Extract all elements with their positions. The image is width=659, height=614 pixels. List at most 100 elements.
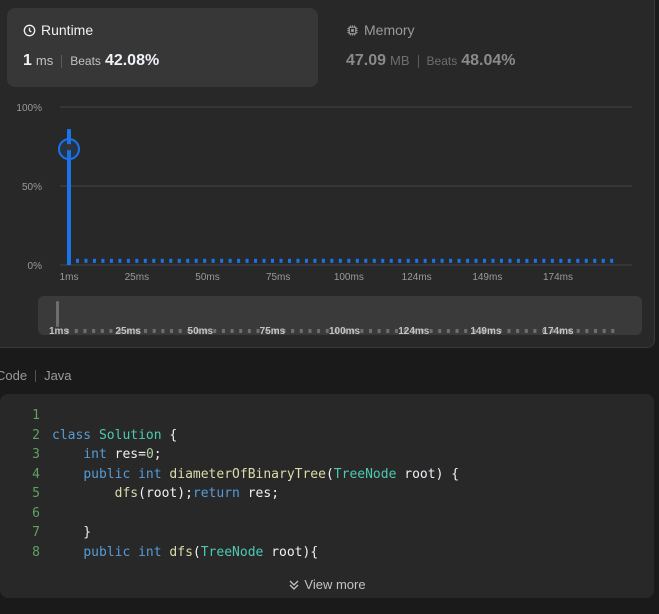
- memory-beats-value: 48.04%: [461, 52, 516, 69]
- performance-panel: Runtime 1 ms Beats 42.08% Memory 47.09 M…: [0, 0, 655, 348]
- range-bar: [221, 329, 225, 333]
- code-block[interactable]: 1 2 class Solution {3 int res=0; 4 public i…: [0, 394, 654, 598]
- clock-icon: [23, 24, 36, 36]
- range-tick-label: 50ms: [188, 326, 214, 335]
- code-text: dfs(root);return res;: [114, 486, 280, 501]
- range-bar: [455, 329, 459, 333]
- bar: [338, 258, 342, 263]
- range-bar: [100, 329, 104, 333]
- range-bar: [576, 329, 580, 333]
- x-tick-label: 50ms: [195, 272, 219, 283]
- line-number: 8: [32, 544, 40, 560]
- runtime-unit: ms: [35, 53, 54, 68]
- x-tick-label: 25ms: [125, 272, 149, 283]
- bar: [423, 258, 427, 263]
- bar: [84, 258, 88, 263]
- runtime-distribution-chart[interactable]: 100% 50% 0% 1ms 25ms 50ms 75ms 100ms 124ms 149ms 1…: [0, 95, 654, 290]
- range-bar: [92, 329, 96, 333]
- range-tick-label: 75ms: [260, 326, 286, 335]
- line-number: 7: [32, 525, 40, 540]
- code-language: Java: [44, 368, 72, 383]
- range-slider-handle[interactable]: [56, 301, 59, 327]
- range-slider-track[interactable]: 1ms 25ms 50ms 75ms 100ms 124ms 149ms 174ms: [38, 296, 642, 335]
- bar: [406, 258, 410, 263]
- memory-title[interactable]: Memory: [346, 22, 415, 38]
- range-bar: [386, 329, 390, 333]
- range-bar: [464, 329, 468, 333]
- range-bar: [291, 329, 295, 333]
- bar: [559, 258, 563, 263]
- bar: [262, 258, 266, 263]
- bar: [237, 258, 241, 263]
- code-header: Code Java: [0, 368, 72, 383]
- line-number: 5: [32, 486, 40, 501]
- bar: [483, 258, 487, 263]
- range-tick-label: 124ms: [398, 326, 430, 335]
- bar: [432, 258, 436, 263]
- bar: [304, 258, 308, 263]
- range-bar: [83, 329, 87, 333]
- range-slider[interactable]: 1ms 25ms 50ms 75ms 100ms 124ms 149ms 174ms: [38, 296, 642, 335]
- bar: [254, 258, 258, 263]
- range-bar: [360, 329, 364, 333]
- bar: [584, 258, 588, 263]
- line-number: 3: [32, 447, 40, 462]
- bar: [186, 258, 190, 263]
- bar: [610, 258, 614, 263]
- bar: [287, 258, 291, 263]
- bar: [109, 258, 113, 263]
- bar: [75, 258, 79, 263]
- view-more-label: View more: [304, 577, 366, 592]
- bar: [330, 258, 334, 263]
- line-number: 1: [32, 408, 40, 423]
- range-bar: [593, 329, 597, 333]
- bar: [347, 258, 351, 263]
- range-bar: [438, 329, 442, 333]
- range-bar: [239, 329, 243, 333]
- bar: [449, 258, 453, 263]
- line-number: 4: [32, 466, 40, 482]
- bar: [601, 258, 605, 263]
- runtime-beats-label: Beats: [70, 54, 101, 68]
- bar: [499, 258, 503, 263]
- bar: [160, 258, 164, 263]
- bar: [533, 258, 537, 263]
- bar: [466, 258, 470, 263]
- range-bar: [74, 329, 78, 333]
- line-number: 2: [32, 427, 40, 443]
- bar: [101, 258, 105, 263]
- bar: [211, 258, 215, 263]
- bar: [279, 258, 283, 263]
- range-bar: [524, 329, 528, 333]
- view-more-button[interactable]: View more: [0, 577, 654, 592]
- range-bar: [213, 329, 217, 333]
- memory-unit: MB: [390, 53, 410, 68]
- x-tick-label: 149ms: [472, 272, 502, 283]
- range-bar: [169, 329, 173, 333]
- bar: [381, 258, 385, 263]
- x-tick-label: 174ms: [543, 272, 573, 283]
- bar: [372, 258, 376, 263]
- bar: [203, 258, 207, 263]
- runtime-card[interactable]: Runtime 1 ms Beats 42.08%: [7, 8, 318, 87]
- memory-beats-label: Beats: [426, 54, 458, 68]
- range-bar: [516, 329, 520, 333]
- code-label: Code: [0, 368, 28, 383]
- range-tick-label: 100ms: [329, 326, 361, 335]
- divider: [35, 369, 37, 382]
- range-bar: [507, 329, 511, 333]
- range-tick-label: 174ms: [542, 326, 574, 335]
- code-text: int res=0;: [83, 447, 162, 462]
- bar: [296, 258, 300, 263]
- bar: [152, 258, 156, 263]
- range-bar: [247, 329, 251, 333]
- bar: [220, 258, 224, 263]
- bar: [92, 258, 96, 263]
- memory-value-row[interactable]: 47.09 MB Beats 48.04%: [346, 52, 516, 70]
- bar: [355, 258, 359, 263]
- memory-title-text: Memory: [364, 22, 415, 38]
- bar: [228, 258, 232, 263]
- range-bar: [446, 329, 450, 333]
- range-bar: [230, 329, 234, 333]
- x-tick-label: 1ms: [60, 272, 79, 283]
